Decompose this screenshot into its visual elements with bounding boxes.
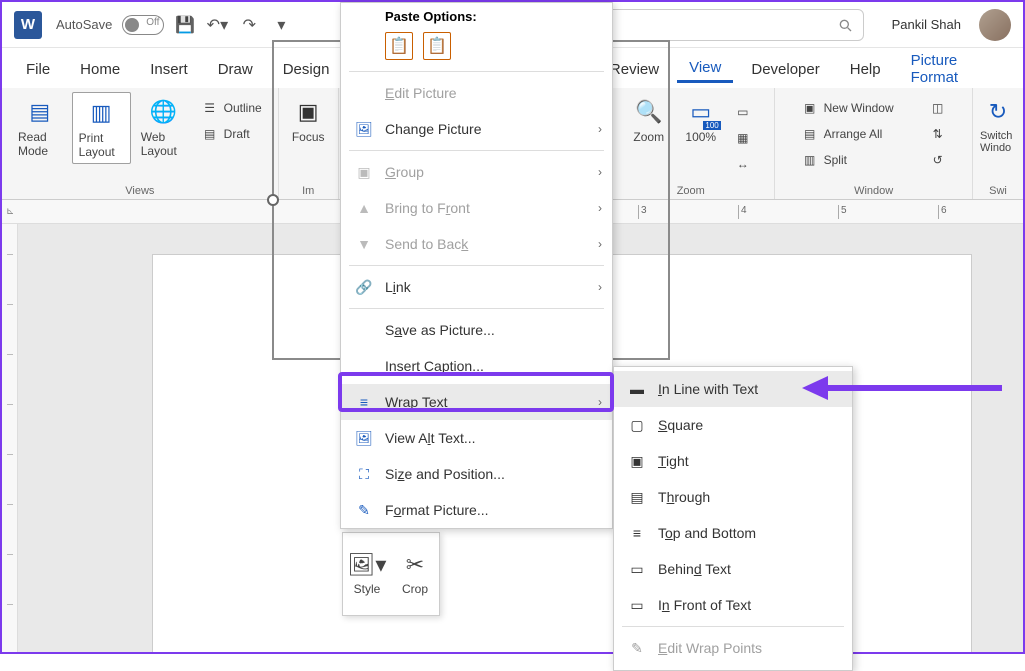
qat-dropdown-icon[interactable]: ▾	[270, 15, 292, 35]
paste-keep-formatting-icon[interactable]: 📋	[385, 32, 413, 60]
print-layout-button[interactable]: ▥Print Layout	[72, 92, 131, 164]
crop-button[interactable]: ✂Crop	[391, 533, 439, 615]
save-icon[interactable]: 💾	[174, 15, 196, 35]
multi-page-button[interactable]: ▦	[729, 128, 757, 148]
menu-edit-picture: Edit Picture	[341, 75, 612, 111]
tab-home[interactable]: Home	[68, 55, 132, 82]
draft-button[interactable]: ▤Draft	[196, 124, 268, 144]
menu-save-as-picture[interactable]: Save as Picture...	[341, 312, 612, 348]
search-input[interactable]	[604, 9, 864, 41]
word-app-icon: W	[14, 11, 42, 39]
undo-icon[interactable]: ↶▾	[206, 15, 228, 35]
paste-picture-icon[interactable]: 📋	[423, 32, 451, 60]
arrange-all-button[interactable]: ▤Arrange All	[796, 124, 900, 144]
tab-insert[interactable]: Insert	[138, 55, 200, 82]
submenu-square[interactable]: ▢Square	[614, 407, 852, 443]
read-mode-button[interactable]: ▤Read Mode	[12, 92, 68, 162]
tab-developer[interactable]: Developer	[739, 55, 831, 82]
submenu-in-front[interactable]: ▭In Front of Text	[614, 587, 852, 623]
menu-insert-caption[interactable]: Insert Caption...	[341, 348, 612, 384]
menu-link[interactable]: 🔗Link›	[341, 269, 612, 305]
one-page-button[interactable]: ▭	[729, 102, 757, 122]
menu-size-position[interactable]: ⛶Size and Position...	[341, 456, 612, 492]
split-button[interactable]: ▥Split	[796, 150, 900, 170]
zoom-group-label: Zoom	[677, 183, 705, 197]
avatar[interactable]	[979, 9, 1011, 41]
paste-options-header: Paste Options:	[341, 5, 612, 26]
tab-view[interactable]: View	[677, 53, 733, 83]
outline-button[interactable]: ☰Outline	[196, 98, 268, 118]
user-name: Pankil Shah	[892, 17, 961, 32]
tab-picture-format[interactable]: Picture Format	[899, 46, 1011, 90]
menu-change-picture[interactable]: 🖼Change Picture›	[341, 111, 612, 147]
vertical-ruler[interactable]	[2, 224, 18, 652]
submenu-edit-wrap-points: ✎Edit Wrap Points	[614, 630, 852, 666]
menu-send-back: ▼Send to Back›	[341, 226, 612, 262]
web-layout-button[interactable]: 🌐Web Layout	[135, 92, 192, 162]
tab-help[interactable]: Help	[838, 55, 893, 82]
context-menu: Paste Options: 📋 📋 Edit Picture 🖼Change …	[340, 2, 613, 529]
window-group-label: Window	[854, 183, 893, 197]
submenu-top-bottom[interactable]: ≡Top and Bottom	[614, 515, 852, 551]
autosave-label: AutoSave	[56, 17, 112, 32]
autosave-toggle[interactable]: Off	[122, 15, 164, 35]
mini-toolbar: 🖼▾Style ✂Crop	[342, 532, 440, 616]
tab-file[interactable]: File	[14, 55, 62, 82]
page-width-button[interactable]: ↔	[729, 154, 757, 174]
redo-icon[interactable]: ↷	[238, 15, 260, 35]
submenu-through[interactable]: ▤Through	[614, 479, 852, 515]
views-group-label: Views	[125, 183, 154, 197]
reset-window-button[interactable]: ↺	[924, 150, 952, 170]
submenu-behind-text[interactable]: ▭Behind Text	[614, 551, 852, 587]
annotation-arrow	[802, 380, 1002, 396]
resize-handle[interactable]	[267, 194, 279, 206]
menu-view-alt-text[interactable]: 🖼View Alt Text...	[341, 420, 612, 456]
sync-scroll-button[interactable]: ⇅	[924, 124, 952, 144]
menu-wrap-text[interactable]: ≡Wrap Text›	[341, 384, 612, 420]
menu-format-picture[interactable]: ✎Format Picture...	[341, 492, 612, 528]
view-side-button[interactable]: ◫	[924, 98, 952, 118]
menu-group: ▣Group›	[341, 154, 612, 190]
submenu-tight[interactable]: ▣Tight	[614, 443, 852, 479]
new-window-button[interactable]: ▣New Window	[796, 98, 900, 118]
menu-bring-front: ▲Bring to Front›	[341, 190, 612, 226]
switch-windows-button[interactable]: ↻Switch Windo	[974, 92, 1022, 158]
wrap-text-submenu: ▬In Line with Text ▢Square ▣Tight ▤Throu…	[613, 366, 853, 671]
zoom-100-button[interactable]: ▭100100%	[677, 92, 725, 148]
style-button[interactable]: 🖼▾Style	[343, 533, 391, 615]
tab-draw[interactable]: Draw	[206, 55, 265, 82]
